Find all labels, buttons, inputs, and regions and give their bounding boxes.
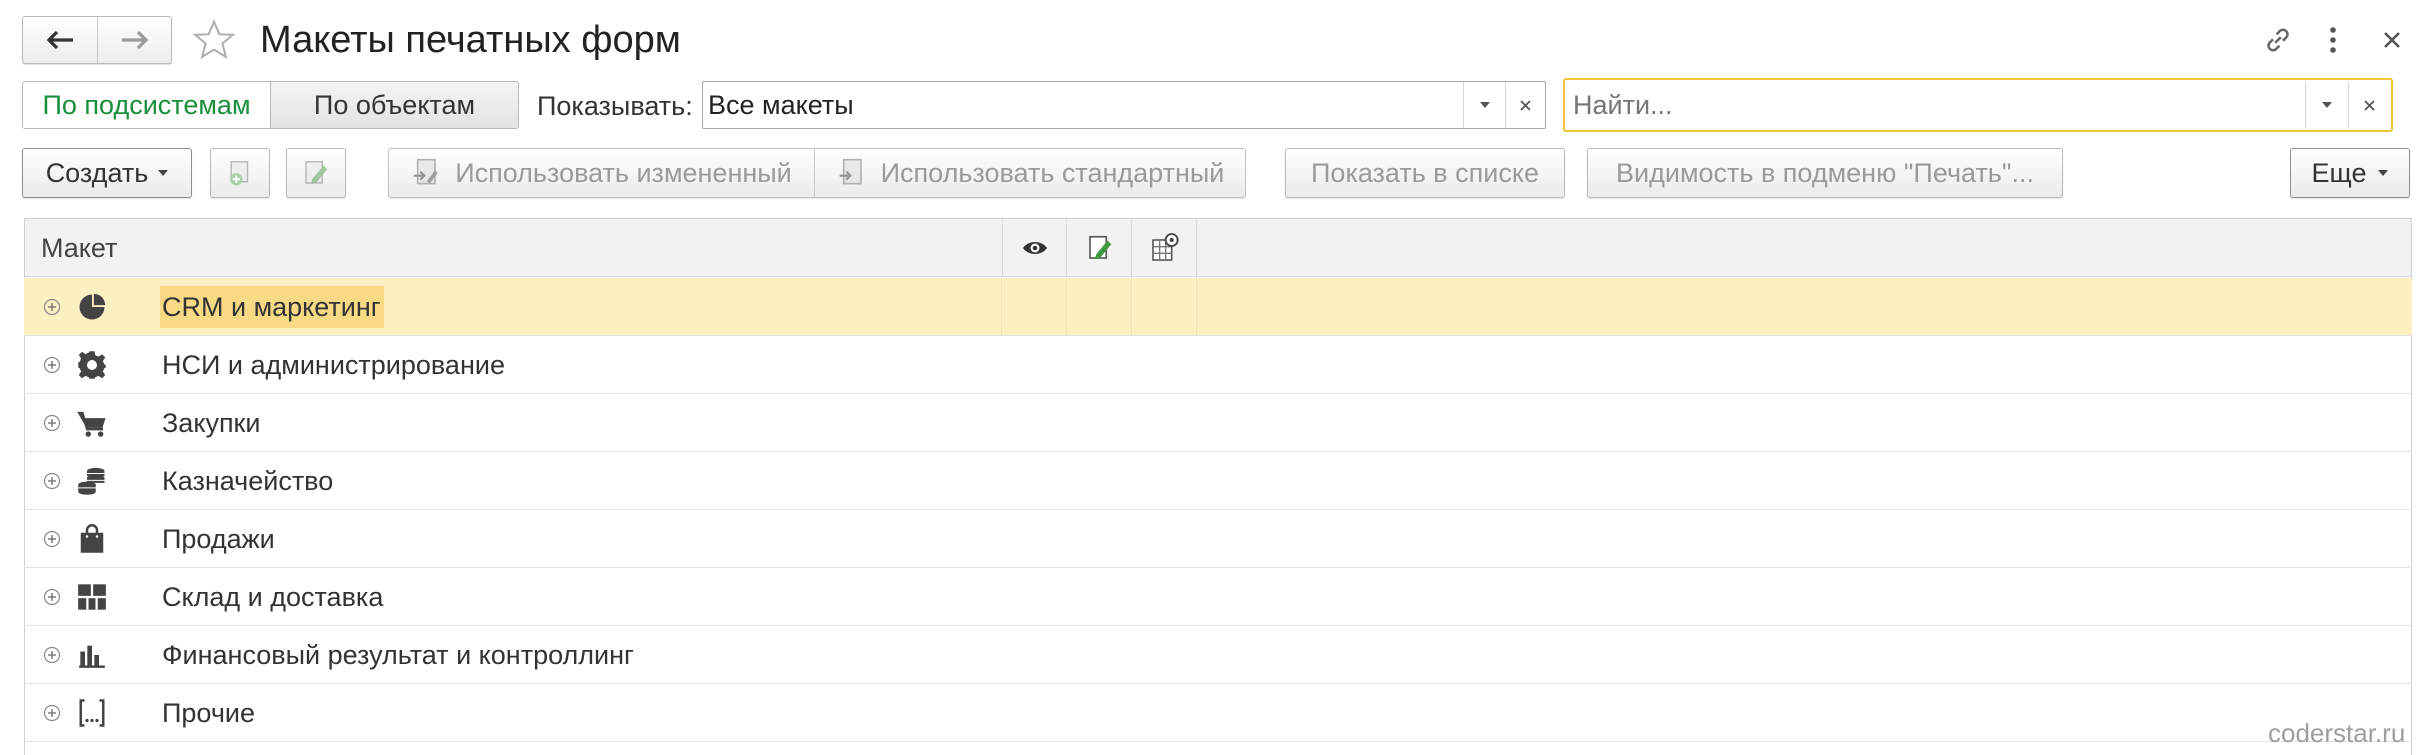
row-label: Прочие — [162, 698, 256, 728]
clear-icon — [2364, 99, 2375, 111]
pie-chart-icon — [76, 291, 108, 323]
row-label: Продажи — [162, 524, 275, 554]
row-label: CRM и маркетинг — [160, 286, 384, 328]
show-filter-dropdown[interactable] — [1463, 82, 1505, 128]
arrow-left-icon — [46, 30, 73, 50]
eye-icon — [1022, 242, 1047, 254]
coins-icon — [76, 465, 108, 497]
expand-icon[interactable] — [42, 471, 62, 491]
gear-icon — [76, 349, 108, 381]
use-standard-label: Использовать стандартный — [880, 157, 1225, 188]
edit-document-icon — [1088, 235, 1111, 260]
table-row[interactable]: Финансовый результат и контроллинг — [24, 626, 2412, 684]
show-filter-value: Все макеты — [708, 90, 854, 120]
show-in-list-button[interactable]: Показать в списке — [1285, 148, 1565, 198]
expand-icon[interactable] — [42, 413, 62, 433]
row-label: НСИ и администрирование — [162, 350, 505, 380]
show-filter-label: Показывать: — [537, 91, 693, 121]
view-switch: По подсистемам По объектам — [22, 81, 519, 129]
brackets-icon — [76, 697, 108, 729]
create-button-label: Создать — [45, 157, 149, 188]
show-in-list-label: Показать в списке — [1311, 157, 1539, 188]
row-label: Закупки — [162, 408, 261, 438]
forward-button[interactable] — [99, 17, 171, 63]
more-button-label: Еще — [2311, 157, 2367, 188]
table-settings-icon — [1151, 233, 1179, 261]
table-header: Макет — [25, 219, 2411, 277]
clear-icon — [1520, 99, 1531, 111]
back-button[interactable] — [23, 17, 98, 63]
nav-buttons-group — [22, 16, 172, 64]
more-button[interactable]: Еще — [2290, 148, 2410, 198]
bar-chart-icon — [76, 639, 108, 671]
shopping-bag-icon — [76, 523, 108, 555]
search-field[interactable] — [1563, 78, 2393, 132]
row-label: Финансовый результат и контроллинг — [162, 640, 634, 670]
more-vertical-icon[interactable] — [2318, 20, 2348, 60]
favorite-star-icon[interactable] — [190, 16, 238, 64]
column-header-used-icon[interactable] — [1003, 219, 1067, 277]
column-header-settings-icon[interactable] — [1133, 219, 1197, 277]
search-input[interactable] — [1571, 82, 2305, 128]
row-label: Склад и доставка — [162, 582, 384, 612]
warehouse-grid-icon — [76, 581, 108, 613]
shopping-cart-icon — [76, 407, 108, 439]
arrow-right-icon — [122, 30, 149, 50]
table-row[interactable]: НСИ и администрирование — [24, 336, 2412, 394]
watermark: coderstar.ru — [2268, 718, 2406, 748]
copy-add-icon — [230, 161, 249, 186]
edit-button[interactable] — [286, 148, 346, 198]
expand-icon[interactable] — [42, 587, 62, 607]
search-dropdown[interactable] — [2305, 82, 2347, 128]
table-row[interactable]: Склад и доставка — [24, 568, 2412, 626]
expand-icon[interactable] — [42, 529, 62, 549]
print-visibility-button[interactable]: Видимость в подменю "Печать"... — [1587, 148, 2063, 198]
use-modified-button[interactable]: Использовать измененный — [389, 149, 815, 197]
column-header-template[interactable]: Макет — [41, 219, 117, 277]
print-visibility-label: Видимость в подменю "Печать"... — [1616, 157, 2034, 188]
copy-button[interactable] — [210, 148, 270, 198]
create-button[interactable]: Создать — [22, 148, 192, 198]
window-title: Макеты печатных форм — [260, 19, 681, 61]
table-row[interactable]: Продажи — [24, 510, 2412, 568]
use-standard-icon — [839, 158, 862, 185]
expand-icon[interactable] — [42, 297, 62, 317]
use-standard-button[interactable]: Использовать стандартный — [816, 149, 1245, 197]
tab-by-objects[interactable]: По объектам — [271, 82, 518, 128]
table-row[interactable]: Прочие — [24, 684, 2412, 742]
row-label: Казначейство — [162, 466, 334, 496]
use-modified-label: Использовать измененный — [455, 157, 792, 188]
show-filter-field[interactable]: Все макеты — [702, 81, 1546, 129]
search-clear[interactable] — [2348, 82, 2390, 128]
expand-icon[interactable] — [42, 355, 62, 375]
chevron-down-icon — [158, 169, 169, 176]
close-window-icon[interactable] — [2372, 20, 2412, 60]
table-row[interactable]: Закупки — [24, 394, 2412, 452]
table-row[interactable]: Казначейство — [24, 452, 2412, 510]
chevron-down-icon — [2321, 102, 2332, 108]
table-row[interactable]: CRM и маркетинг — [24, 278, 2412, 336]
link-icon[interactable] — [2258, 20, 2298, 60]
show-filter-clear[interactable] — [1505, 82, 1545, 128]
edit-document-icon — [305, 161, 328, 185]
tab-by-subsystems[interactable]: По подсистемам — [23, 82, 271, 128]
chevron-down-icon — [1479, 102, 1490, 108]
use-version-group: Использовать измененный Использовать ста… — [388, 148, 1246, 198]
column-header-modified-icon[interactable] — [1068, 219, 1132, 277]
chevron-down-icon — [2378, 169, 2389, 176]
use-modified-icon — [413, 158, 438, 185]
expand-icon[interactable] — [42, 703, 62, 723]
expand-icon[interactable] — [42, 645, 62, 665]
